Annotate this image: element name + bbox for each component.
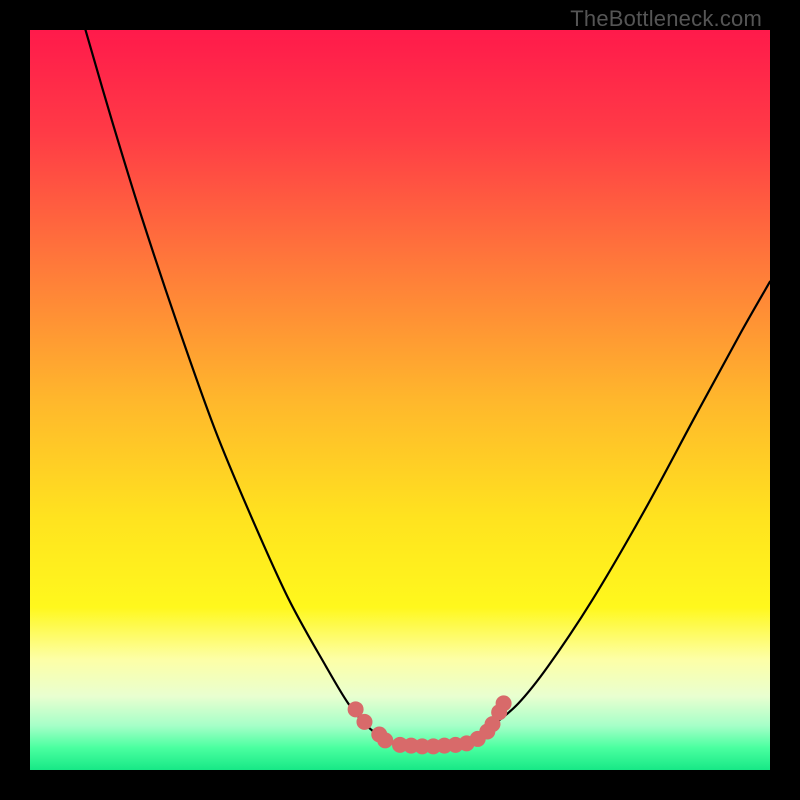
marker-group (348, 695, 512, 754)
series-group (86, 30, 771, 746)
watermark-text: TheBottleneck.com (570, 6, 762, 32)
outer-frame: TheBottleneck.com (0, 0, 800, 800)
series-right-curve (474, 282, 770, 741)
marker-point (377, 732, 393, 748)
series-left-curve (86, 30, 386, 740)
chart-svg (30, 30, 770, 770)
plot-area (30, 30, 770, 770)
marker-point (356, 714, 372, 730)
marker-point (496, 695, 512, 711)
